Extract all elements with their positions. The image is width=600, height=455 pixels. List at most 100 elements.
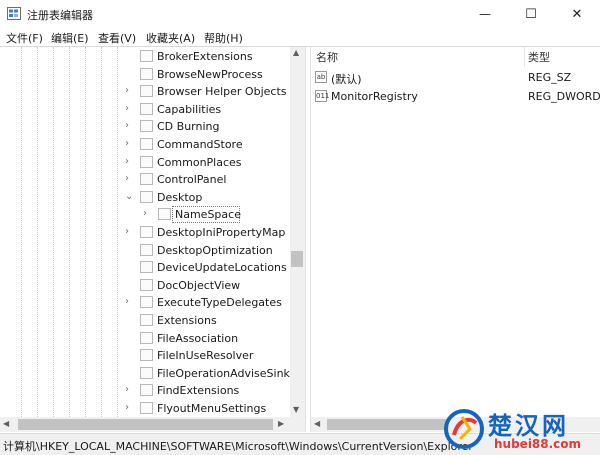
tree-item[interactable]: › FindExtensions [0,382,300,399]
tree-item[interactable]: › Browser Helper Objects [0,83,300,100]
values-list[interactable]: 名称 类型 ab (默认) REG_SZ 011 MonitorRegistry REG_… [311,47,600,417]
tree-item[interactable]: › Capabilities [0,101,300,118]
tree-item-label: FileAssociation [157,331,239,345]
tree-item[interactable]: › CommandStore [0,136,300,153]
tree-item[interactable]: ⌄ Desktop [0,189,300,206]
tree-item[interactable]: › ControlPanel [0,171,300,188]
scroll-up-icon[interactable]: ▲ [293,48,299,57]
folder-icon [140,261,153,274]
chevron-right-icon[interactable]: › [125,103,135,115]
folder-icon [140,85,153,98]
tree-item-label: FileInUseResolver [157,349,254,363]
column-header-type[interactable]: 类型 [528,49,550,65]
tree-item[interactable]: › DesktopIniPropertyMap [0,224,300,241]
chevron-right-icon[interactable]: › [125,156,135,168]
tree-item-label: Capabilities [157,102,222,116]
folder-icon [140,67,153,80]
chevron-right-icon[interactable]: › [125,173,135,185]
chevron-down-icon[interactable]: ⌄ [125,191,135,203]
registry-tree[interactable]: BrokerExtensions BrowseNewProcess › Browser… [0,47,305,432]
column-header-name[interactable]: 名称 [316,49,338,65]
tree-item-label: CommandStore [157,138,243,151]
tree-item[interactable]: › FlyoutMenuSettings [0,400,300,417]
tree-item[interactable]: DeviceUpdateLocations [0,259,300,276]
tree-item-label: Desktop [157,190,203,204]
scroll-right-icon[interactable]: ▶ [278,419,284,428]
tree-item-label: Browser Helper Objects [157,85,287,99]
menu-favorites[interactable]: 收藏夹(A) [146,30,195,46]
folder-icon [140,331,153,344]
menu-file[interactable]: 文件(F) [6,30,43,46]
chevron-right-icon[interactable]: › [125,296,135,308]
folder-icon [140,366,153,379]
tree-item[interactable]: › CommonPlaces [0,154,300,171]
value-name: MonitorRegistry [331,90,418,103]
tree-item[interactable]: › CD Burning [0,118,300,135]
tree-item[interactable]: FileOperationAdviseSinks [0,365,300,382]
tree-item[interactable]: BrokerExtensions [0,48,300,65]
close-button[interactable]: ✕ [554,0,600,28]
binary-value-icon: 011 [315,90,330,102]
tree-item[interactable]: FileAssociation [0,330,300,347]
chevron-right-icon[interactable]: › [125,384,135,396]
chevron-right-icon[interactable]: › [125,120,135,132]
chevron-right-icon[interactable]: › [125,85,135,97]
folder-icon [140,278,153,291]
tree-item[interactable]: › ExecuteTypeDelegates [0,294,300,311]
folder-icon [140,190,153,203]
scroll-down-icon[interactable]: ▼ [293,405,299,414]
tree-item[interactable]: FileInUseResolver [0,347,300,364]
tree-vertical-scrollbar[interactable]: ▲ ▼ [290,47,305,417]
tree-vertical-scroll-thumb[interactable] [291,251,303,267]
tree-item[interactable]: DesktopOptimization [0,242,300,259]
tree-item-label: FileOperationAdviseSinks [157,366,296,380]
scroll-left-icon[interactable]: ◀ [314,419,320,428]
minimize-button[interactable]: — [462,0,508,28]
close-icon: ✕ [571,6,583,22]
tree-item-label: Extensions [157,314,217,327]
tree-item-label: BrokerExtensions [157,50,253,63]
watermark-url: hubei88.com [494,437,582,451]
tree-item[interactable]: › NameSpace [0,206,300,224]
tree-item[interactable]: BrowseNewProcess [0,66,300,83]
tree-item-label: CommonPlaces [157,155,242,169]
folder-icon [140,349,153,362]
watermark-logo: 楚汉网 hubei88.com [440,404,600,454]
chevron-right-icon[interactable]: › [125,226,135,238]
folder-icon [158,208,171,221]
tree-item[interactable]: Extensions [0,312,300,329]
menu-bar: 文件(F) 编辑(E) 查看(V) 收藏夹(A) 帮助(H) [0,28,600,46]
value-row[interactable]: ab (默认) REG_SZ [311,69,600,87]
title-bar[interactable]: 注册表编辑器 — ☐ ✕ [0,0,600,28]
folder-icon [140,296,153,309]
value-name: (默认) [331,73,362,86]
list-horizontal-scroll-thumb[interactable] [327,419,447,430]
menu-help[interactable]: 帮助(H) [204,30,243,46]
value-type: REG_SZ [528,71,572,84]
maximize-button[interactable]: ☐ [508,0,554,28]
scroll-left-icon[interactable]: ◀ [3,419,9,428]
tree-item-label: BrowseNewProcess [157,67,263,81]
tree-item-label: ControlPanel [157,173,227,187]
watermark-title: 楚汉网 [488,412,569,440]
folder-icon [140,226,153,238]
tree-horizontal-scroll-thumb[interactable] [18,419,273,430]
column-divider[interactable] [524,47,525,67]
folder-icon [140,402,153,414]
chevron-right-icon[interactable]: › [143,208,153,220]
chevron-right-icon[interactable]: › [125,138,135,150]
tree-item-label: ExecuteTypeDelegates [157,296,282,310]
string-value-icon: ab [315,71,327,83]
value-row[interactable]: 011 MonitorRegistry REG_DWORD [311,88,600,106]
tree-item-label: DocObjectView [157,278,241,292]
tree-item-label: FindExtensions [157,384,240,398]
tree-item[interactable]: DocObjectView [0,277,300,294]
watermark-emblem-icon [444,409,484,449]
folder-icon [140,314,153,326]
menu-view[interactable]: 查看(V) [98,30,136,46]
folder-icon [140,173,153,186]
current-key-path: 计算机\HKEY_LOCAL_MACHINE\SOFTWARE\Microsof… [3,440,473,453]
menu-edit[interactable]: 编辑(E) [51,30,89,46]
maximize-icon: ☐ [525,6,537,22]
chevron-right-icon[interactable]: › [125,402,135,414]
